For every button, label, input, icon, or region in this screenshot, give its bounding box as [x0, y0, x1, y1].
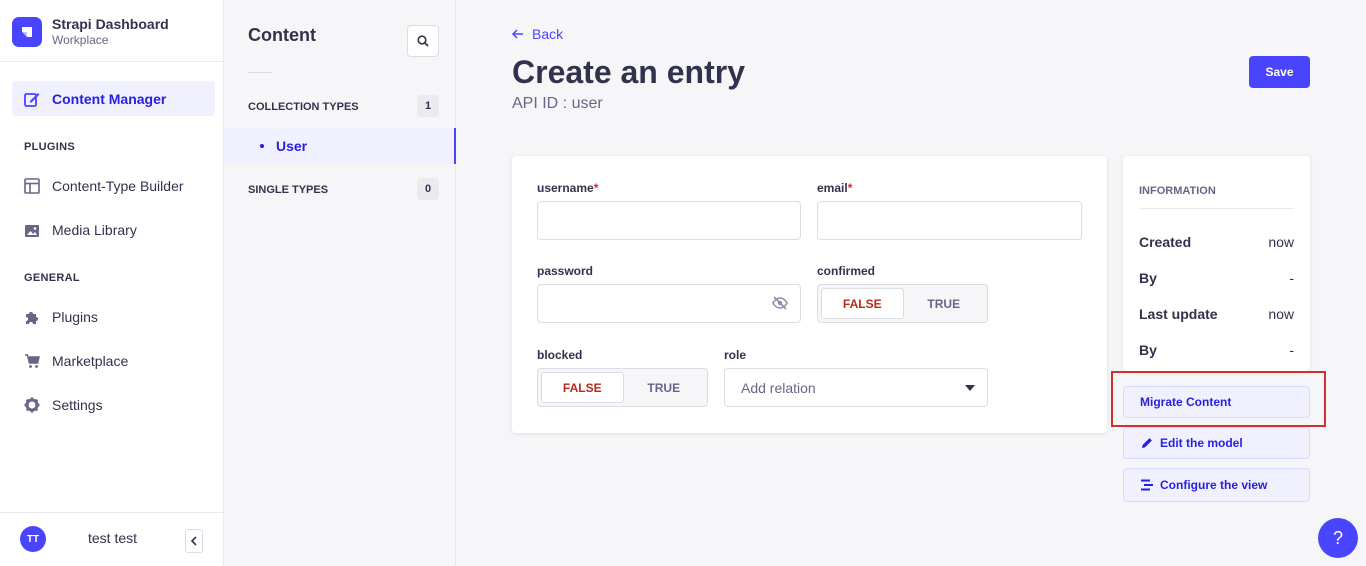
back-label: Back [532, 26, 564, 42]
highlight-annotation [1111, 371, 1326, 427]
avatar[interactable]: TT [20, 526, 46, 552]
help-button[interactable]: ? [1318, 518, 1358, 558]
collapse-nav-button[interactable] [185, 529, 203, 553]
confirmed-true-option[interactable]: TRUE [904, 288, 985, 319]
nav-section-general: GENERAL [24, 272, 80, 284]
role-placeholder: Add relation [741, 379, 816, 396]
nav-item-content-manager[interactable]: Content Manager [12, 81, 215, 116]
email-input[interactable] [817, 201, 1082, 240]
question-icon: ? [1332, 527, 1343, 548]
email-label: email* [817, 181, 853, 195]
nav-label: Content-Type Builder [52, 177, 184, 194]
blocked-false-option[interactable]: FALSE [541, 372, 624, 403]
info-row-last-update: Last update now [1139, 306, 1294, 322]
blocked-label: blocked [537, 348, 583, 362]
configure-view-label: Configure the view [1160, 478, 1268, 492]
nav-item-settings[interactable]: Settings [12, 387, 215, 422]
confirmed-toggle: FALSE TRUE [817, 284, 988, 323]
api-id: API ID : user [512, 95, 603, 112]
subnav-title: Content [248, 25, 316, 45]
arrow-left-icon [512, 29, 523, 39]
single-types-heading[interactable]: SINGLE TYPES [248, 184, 328, 196]
brand-subtitle: Workplace [52, 33, 109, 47]
information-divider [1139, 208, 1294, 209]
content-manager-icon [24, 91, 40, 107]
image-icon [24, 222, 40, 238]
info-row-updated-by: By - [1139, 342, 1294, 358]
main-nav: Strapi Dashboard Workplace Content Manag… [0, 0, 224, 566]
blocked-true-option[interactable]: TRUE [624, 372, 705, 403]
info-row-created-by: By - [1139, 270, 1294, 286]
list-layout-icon [1140, 478, 1154, 492]
subnav-link-user[interactable]: User [224, 128, 456, 164]
info-key: By [1139, 270, 1157, 286]
password-input[interactable] [537, 284, 801, 323]
save-button[interactable]: Save [1249, 56, 1310, 88]
info-row-created: Created now [1139, 234, 1294, 250]
nav-label: Plugins [52, 308, 98, 325]
info-key: Last update [1139, 306, 1218, 322]
caret-down-icon [965, 384, 975, 391]
content-subnav: Content COLLECTION TYPES 1 User SINGLE T… [224, 0, 456, 566]
subnav-search-button[interactable] [407, 25, 439, 57]
edit-model-label: Edit the model [1160, 436, 1243, 450]
user-name[interactable]: test test [88, 530, 137, 546]
username-label: username* [537, 181, 599, 195]
collection-types-heading[interactable]: COLLECTION TYPES [248, 101, 359, 113]
nav-label: Settings [52, 396, 103, 413]
info-value: - [1289, 270, 1294, 286]
single-count-badge: 0 [417, 178, 439, 200]
collection-count-badge: 1 [417, 95, 439, 117]
pencil-icon [1140, 436, 1154, 450]
user-bar: TT test test [0, 512, 224, 566]
info-value: now [1268, 234, 1294, 250]
gear-icon [24, 397, 40, 413]
puzzle-icon [24, 309, 40, 325]
nav-item-plugins[interactable]: Plugins [12, 299, 215, 334]
layout-icon [24, 177, 40, 194]
information-title: INFORMATION [1139, 185, 1216, 197]
nav-label: Marketplace [52, 352, 129, 369]
info-value: - [1289, 342, 1294, 358]
eye-off-icon[interactable] [770, 293, 790, 313]
configure-view-button[interactable]: Configure the view [1123, 468, 1310, 502]
strapi-logo-icon [12, 16, 42, 47]
role-select[interactable]: Add relation [724, 368, 988, 407]
back-link[interactable]: Back [512, 26, 563, 42]
search-icon [417, 35, 429, 47]
nav-label: Media Library [52, 221, 137, 238]
bullet-icon [260, 144, 264, 148]
brand-title: Strapi Dashboard [52, 16, 169, 32]
info-value: now [1268, 306, 1294, 322]
nav-item-marketplace[interactable]: Marketplace [12, 343, 215, 378]
entry-form: username* email* password confirmed FALS… [512, 156, 1107, 433]
nav-item-media-library[interactable]: Media Library [12, 212, 215, 247]
nav-section-plugins: PLUGINS [24, 141, 75, 153]
username-input[interactable] [537, 201, 801, 240]
nav-label: Content Manager [52, 90, 167, 107]
subnav-divider [248, 72, 272, 73]
cart-icon [24, 353, 40, 369]
page-title: Create an entry [512, 54, 745, 90]
info-key: Created [1139, 234, 1192, 250]
confirmed-label: confirmed [817, 264, 876, 278]
nav-item-content-type-builder[interactable]: Content-Type Builder [12, 168, 215, 203]
edit-model-button[interactable]: Edit the model [1123, 427, 1310, 459]
chevron-left-icon [190, 536, 197, 546]
info-key: By [1139, 342, 1157, 358]
brand[interactable]: Strapi Dashboard Workplace [12, 15, 169, 48]
confirmed-false-option[interactable]: FALSE [821, 288, 904, 319]
nav-divider [0, 61, 224, 62]
information-panel: INFORMATION Created now By - Last update… [1123, 156, 1310, 371]
blocked-toggle: FALSE TRUE [537, 368, 708, 407]
password-label: password [537, 264, 594, 278]
subnav-link-label: User [276, 138, 308, 154]
role-label: role [724, 348, 747, 362]
